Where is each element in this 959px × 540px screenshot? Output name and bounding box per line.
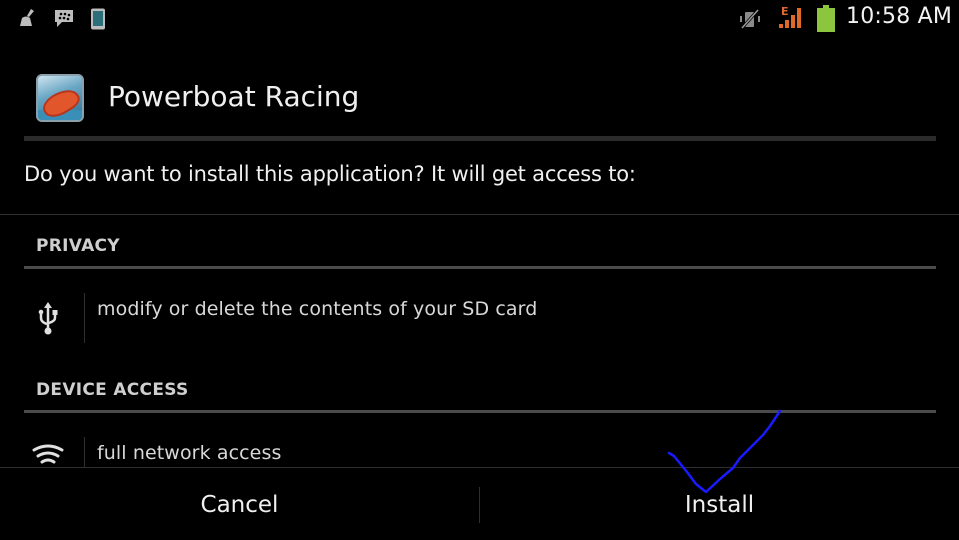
battery-icon <box>817 5 835 32</box>
install-question: Do you want to install this application?… <box>24 162 636 186</box>
usb-storage-icon <box>38 302 58 335</box>
cancel-button[interactable]: Cancel <box>0 468 479 540</box>
section-header-privacy: PRIVACY <box>36 236 120 256</box>
permission-separator <box>84 437 85 467</box>
status-bar: E 10:58 AM <box>0 0 959 38</box>
phone-device-icon <box>91 8 105 30</box>
vibrate-mute-icon <box>740 9 760 29</box>
section-header-device-access: DEVICE ACCESS <box>36 380 189 400</box>
app-title: Powerboat Racing <box>108 80 360 113</box>
edge-signal-icon: E <box>779 5 801 28</box>
app-icon <box>36 74 84 122</box>
permission-separator <box>84 293 85 343</box>
button-bar: Cancel Install <box>0 467 959 540</box>
cleaner-broom-icon <box>20 9 34 26</box>
bbm-chat-icon <box>55 10 73 27</box>
permission-label: full network access <box>97 442 282 464</box>
permission-label: modify or delete the contents of your SD… <box>97 298 538 320</box>
section-divider <box>24 266 936 269</box>
install-button[interactable]: Install <box>480 468 959 540</box>
svg-text:E: E <box>781 5 789 18</box>
question-divider <box>0 214 959 215</box>
title-divider <box>24 136 936 141</box>
status-time: 10:58 AM <box>846 4 953 29</box>
section-divider <box>24 410 936 413</box>
